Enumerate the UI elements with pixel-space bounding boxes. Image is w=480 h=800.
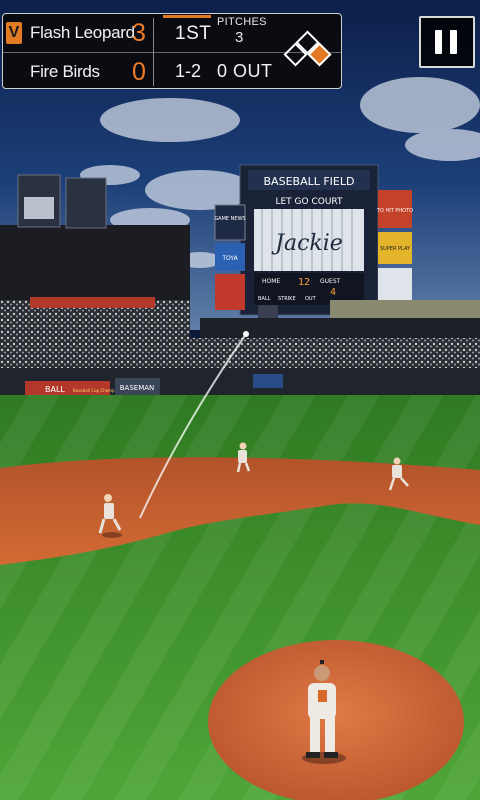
ball-strike-count: 1-2 (175, 61, 202, 81)
visitor-badge: V (6, 22, 22, 44)
scoreboard-divider (153, 18, 154, 86)
baseball (243, 331, 249, 337)
board-guest-label: GUEST (320, 278, 341, 285)
home-team-runs: 0 (132, 58, 146, 86)
base-runners-icon (281, 30, 337, 72)
pitchers-mound (208, 640, 464, 800)
outfield-wall: BALL Baseball Cup Championship BASEMAN (0, 368, 480, 396)
game-scene: BASEBALL FIELD LET GO COURT Jackie HOME … (0, 0, 480, 800)
right-ad-2: SUPER PLAY (380, 246, 411, 252)
right-ad-1: TO HIT PHOTO (376, 208, 413, 214)
pitch-count: 3 (235, 29, 244, 46)
right-ad-boards: TO HIT PHOTO SUPER PLAY (376, 190, 413, 304)
inning: 1ST (175, 23, 212, 44)
away-team-runs: 3 (132, 19, 146, 47)
pause-button[interactable] (419, 16, 475, 68)
board-home-value: 12 (298, 277, 310, 288)
pitches-label: PITCHES (217, 16, 267, 28)
board-message: LET GO COURT (275, 197, 343, 207)
board-ball-label: BALL (258, 296, 271, 302)
away-team-name: Flash Leopard (30, 23, 135, 42)
pause-icon-bar (450, 30, 457, 54)
board-player-name: Jackie (271, 231, 343, 256)
board-out-label: OUT (305, 296, 317, 302)
outs: 0 OUT (217, 61, 273, 81)
wall-banner-1: BALL (45, 385, 65, 394)
game-scoreboard: V Flash Leopard 3 1ST PITCHES 3 Fire Bir… (2, 13, 342, 89)
pause-icon (435, 30, 442, 54)
board-strike-label: STRIKE (278, 296, 296, 302)
left-ad-boards: GAME NEWS TOYA (214, 204, 246, 310)
board-home-label: HOME (262, 278, 280, 285)
left-ad-2: TOYA (221, 255, 238, 262)
left-ad-1: GAME NEWS (214, 216, 245, 222)
pitch-indicator-bar (163, 15, 211, 18)
home-team-name: Fire Birds (30, 62, 100, 81)
board-guest-value: 4 (330, 287, 336, 298)
board-title: BASEBALL FIELD (264, 175, 355, 188)
outfield-sign: BASEMAN (120, 384, 155, 392)
